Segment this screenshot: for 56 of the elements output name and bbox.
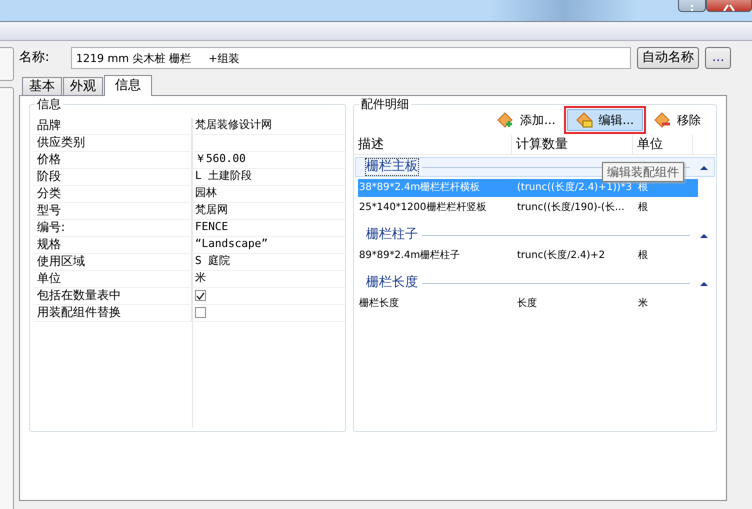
close-button[interactable] (706, 0, 752, 12)
property-name: 价格 (33, 152, 192, 168)
collapse-icon[interactable] (700, 232, 708, 238)
tab[interactable]: 基本 (22, 77, 62, 95)
column-header[interactable]: 单位 (633, 135, 693, 154)
list-row[interactable]: 89*89*2.4m栅栏柱子 trunc(长度/2.4)+2 根 (358, 247, 698, 265)
edit-button[interactable]: 编辑... (566, 109, 643, 131)
property-value: 梵居网 (195, 203, 228, 216)
property-name: 使用区域 (33, 254, 192, 270)
property-value: FENCE (195, 220, 228, 233)
add-icon (497, 112, 514, 128)
name-field[interactable]: 1219 mm 尖木桩 栅栏 +组装 (71, 47, 631, 69)
property-name: 包括在数量表中 (33, 288, 192, 304)
property-name: 分类 (33, 186, 192, 202)
property-value: 米 (195, 271, 206, 284)
property-name: 型号 (33, 203, 192, 219)
collapse-icon[interactable] (700, 280, 708, 286)
column-header[interactable]: 计算数量 (512, 135, 633, 154)
group-header[interactable]: 栅栏长度 (366, 275, 418, 291)
property-value: 园林 (195, 186, 217, 199)
group-header[interactable]: 栅栏柱子 (366, 227, 418, 243)
group-header[interactable]: 栅栏主板 (366, 159, 418, 175)
property-name: 用装配组件替换 (33, 305, 192, 321)
property-name: 品牌 (33, 118, 192, 134)
more-button[interactable]: ... (705, 47, 732, 69)
list-row[interactable]: 栅栏长度 长度 米 (358, 295, 698, 313)
tooltip: 编辑装配组件 (602, 162, 684, 182)
property-name: 供应类别 (33, 135, 192, 151)
tab[interactable]: 外观 (63, 77, 103, 95)
property-value: S 庭院 (195, 254, 230, 267)
property-value: ￥560.00 (195, 152, 246, 165)
remove-icon (654, 112, 671, 128)
group-title: 信息 (35, 97, 63, 112)
edit-icon (576, 112, 593, 128)
close-icon (723, 4, 735, 11)
help-icon (688, 5, 696, 11)
help-button[interactable] (678, 0, 706, 12)
collapse-icon[interactable] (700, 164, 708, 170)
column-header[interactable]: 描述 (354, 135, 512, 154)
property-name: 单位 (33, 271, 192, 287)
checkbox[interactable] (195, 290, 206, 301)
tab[interactable]: 信息 (104, 75, 152, 96)
list-row[interactable]: 25*140*1200栅栏栏杆竖板 trunc((长度/190)-(长... 根 (358, 199, 698, 217)
property-name: 编号: (33, 220, 192, 236)
checkbox[interactable] (195, 307, 206, 318)
side-panel (0, 47, 14, 81)
group-title: 配件明细 (359, 97, 411, 112)
remove-button[interactable]: 移除 (645, 109, 710, 131)
property-value: L 土建阶段 (195, 169, 252, 182)
property-name: 阶段 (33, 169, 192, 185)
property-value: 梵居装修设计网 (195, 118, 272, 131)
property-value: “Landscape” (195, 237, 268, 250)
property-name: 规格 (33, 237, 192, 253)
name-label: 名称: (19, 50, 50, 66)
auto-name-button[interactable]: 自动名称 (637, 47, 699, 69)
add-button[interactable]: 添加... (488, 109, 565, 131)
